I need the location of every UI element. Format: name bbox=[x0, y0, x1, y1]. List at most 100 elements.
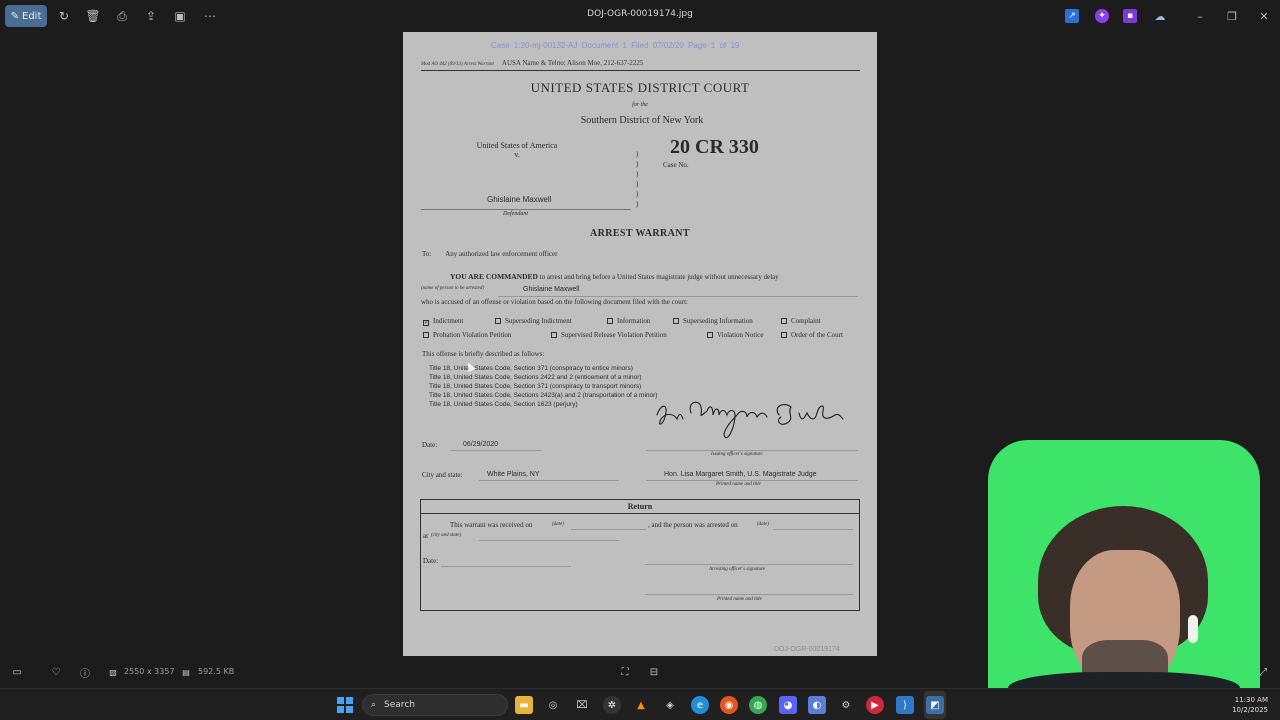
more-icon[interactable]: ⋯ bbox=[202, 8, 218, 24]
caption-bracket: ) bbox=[636, 180, 639, 188]
return-heading: Return bbox=[421, 500, 859, 514]
file-explorer-icon[interactable]: ▬ bbox=[515, 696, 533, 714]
photos-icon[interactable]: ◩ bbox=[926, 696, 944, 714]
printed-name-label: Printed name and title bbox=[717, 597, 762, 602]
date-line bbox=[451, 450, 541, 451]
arresting-sig-line bbox=[645, 564, 853, 565]
checkbox-label: Indictment bbox=[433, 317, 464, 325]
info-icon[interactable]: ⓘ bbox=[78, 665, 92, 680]
bates-number: DOJ-OGR-00019174 bbox=[774, 646, 840, 653]
printed-name-label: Printed name and title bbox=[716, 482, 761, 487]
print-icon[interactable]: ⎙ bbox=[114, 8, 130, 24]
chrome-icon[interactable]: ◍ bbox=[749, 696, 767, 714]
court-name: UNITED STATES DISTRICT COURT bbox=[530, 80, 750, 95]
to-text: Any authorized law enforcement officer bbox=[445, 250, 558, 258]
vscode-icon[interactable]: ⟩ bbox=[896, 696, 914, 714]
date-value: 06/29/2020 bbox=[463, 441, 499, 448]
search-label: Search bbox=[384, 700, 415, 710]
checkbox-label: Probation Violation Petition bbox=[433, 331, 512, 339]
empty-box-icon bbox=[551, 332, 557, 338]
favorite-icon[interactable]: ♡ bbox=[49, 665, 63, 679]
date-label: Date: bbox=[422, 441, 438, 449]
edge-icon[interactable]: e bbox=[691, 696, 709, 714]
charge-line: Title 18, United States Code, Sections 2… bbox=[429, 374, 642, 381]
vpn-icon[interactable]: ◐ bbox=[808, 696, 826, 714]
clock-time: 11:30 AM bbox=[1234, 696, 1268, 704]
checkbox-probation-violation: Probation Violation Petition bbox=[423, 331, 511, 339]
document-image[interactable]: Case 1:20-mj-00132-AJ Document 1 Filed 0… bbox=[403, 32, 877, 656]
clipchamp-icon[interactable]: ▪ bbox=[1123, 9, 1137, 23]
checkbox-indictment: ✓ Indictment bbox=[423, 317, 463, 326]
charge-line: Title 18, United States Code, Section 37… bbox=[429, 365, 633, 372]
return-date-label: Date: bbox=[423, 557, 439, 565]
charge-line: Title 18, United States Code, Sections 2… bbox=[429, 392, 658, 399]
start-button[interactable] bbox=[337, 697, 353, 713]
terminal-icon[interactable]: ⌧ bbox=[573, 696, 591, 714]
checkbox-label: Violation Notice bbox=[717, 331, 764, 339]
actual-size-icon[interactable]: ⊟ bbox=[647, 665, 661, 679]
rotate-icon[interactable]: ↻ bbox=[56, 8, 72, 24]
case-no-label: Case No. bbox=[663, 161, 689, 169]
zoom-app-icon[interactable]: ↗ bbox=[1065, 9, 1079, 23]
defendant-line bbox=[421, 209, 631, 210]
media-player-icon[interactable]: ▶ bbox=[866, 696, 884, 714]
taskbar-search[interactable]: ⌕ Search bbox=[362, 694, 508, 716]
close-button[interactable]: ✕ bbox=[1256, 8, 1272, 24]
received-text: This warrant was received on bbox=[450, 521, 533, 529]
handwritten-signature bbox=[656, 401, 844, 439]
commanded-bold: YOU ARE COMMANDED bbox=[450, 272, 538, 281]
restore-button[interactable]: ❐ bbox=[1224, 8, 1240, 24]
ausa-text: AUSA Name & Telno: Alison Moe, 212-637-2… bbox=[501, 59, 644, 67]
settings-icon[interactable]: ⚙ bbox=[837, 696, 855, 714]
firefox-icon[interactable]: ◉ bbox=[720, 696, 738, 714]
checkbox-violation-notice: Violation Notice bbox=[707, 331, 763, 339]
edit-button[interactable]: ✎ Edit bbox=[5, 5, 47, 27]
city-label: City and state: bbox=[422, 471, 463, 479]
cloud-off-icon[interactable]: ☁ bbox=[1153, 9, 1167, 23]
header-rule bbox=[421, 70, 860, 71]
checkbox-complaint: Complaint bbox=[781, 317, 821, 325]
arrest-date-line bbox=[773, 529, 853, 530]
arrested-text: , and the person was arrested on bbox=[648, 521, 738, 529]
clock-date: 10/2/2025 bbox=[1232, 706, 1268, 714]
filmstrip-icon[interactable]: ▭ bbox=[10, 665, 24, 679]
earbud bbox=[1188, 615, 1198, 643]
checkbox-label: Information bbox=[617, 317, 651, 325]
discord-icon[interactable]: ◕ bbox=[779, 696, 797, 714]
for-the-label: for the bbox=[632, 102, 648, 108]
app-icon[interactable]: ◈ bbox=[661, 696, 679, 714]
slideshow-icon[interactable]: ▣ bbox=[172, 8, 188, 24]
arresting-officer-label: Arresting officer's signature bbox=[709, 567, 765, 572]
checkbox-superseding-information: Superseding Information bbox=[673, 317, 753, 325]
to-line: To: Any authorized law enforcement office… bbox=[422, 250, 557, 258]
printed-name-line bbox=[645, 594, 853, 595]
charge-line: Title 18, United States Code, Section 37… bbox=[429, 383, 642, 390]
file-size-icon: ▤ bbox=[182, 667, 190, 677]
delete-icon[interactable]: 🗑 bbox=[85, 8, 101, 24]
district-name: Southern District of New York bbox=[580, 115, 704, 126]
edit-ai-icon[interactable]: ✦ bbox=[1095, 9, 1109, 23]
vlc-icon[interactable]: ▲ bbox=[632, 696, 650, 714]
plaintiff-block: United States of America v. bbox=[465, 141, 569, 159]
judge-line bbox=[646, 480, 858, 481]
plaintiff-name: United States of America bbox=[476, 141, 558, 150]
image-size-icon: ▨ bbox=[109, 667, 117, 677]
davinci-icon[interactable]: ✲ bbox=[603, 696, 621, 714]
city-line bbox=[479, 480, 619, 481]
defendant-name: Ghislaine Maxwell bbox=[487, 195, 552, 204]
share-icon[interactable]: ⇪ bbox=[143, 8, 159, 24]
obs-icon[interactable]: ◎ bbox=[544, 696, 562, 714]
fit-to-window-icon[interactable]: ⛶ bbox=[618, 665, 632, 679]
accused-text: who is accused of an offense or violatio… bbox=[421, 298, 688, 306]
return-date-line bbox=[441, 566, 571, 567]
arrest-city-line bbox=[479, 540, 619, 541]
system-clock[interactable]: 11:30 AM 10/2/2025 bbox=[1222, 695, 1268, 715]
checkbox-label: Superseding Indictment bbox=[505, 317, 572, 325]
empty-box-icon bbox=[607, 318, 613, 324]
signature-line bbox=[646, 450, 858, 451]
title-bar: ✎ Edit ↻ 🗑 ⎙ ⇪ ▣ ⋯ DOJ-OGR-00019174.jpg … bbox=[0, 0, 1280, 32]
case-number: 20 CR 330 bbox=[670, 136, 759, 158]
file-title: DOJ-OGR-00019174.jpg bbox=[587, 9, 693, 19]
minimize-button[interactable]: – bbox=[1192, 8, 1208, 24]
checkbox-supervised-release: Supervised Release Violation Petition bbox=[551, 331, 667, 339]
